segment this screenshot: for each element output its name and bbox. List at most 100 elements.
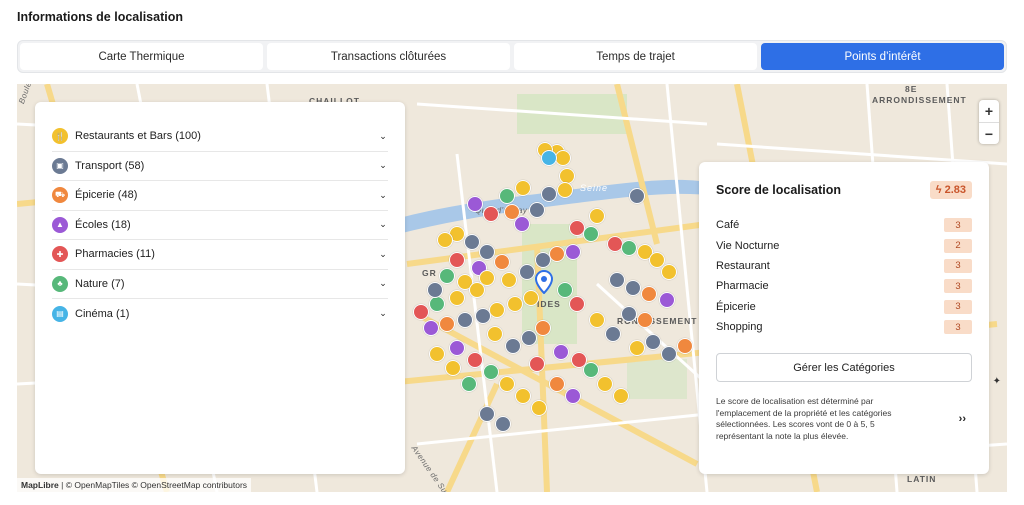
poi-marker-graduation-cap-icon[interactable] (565, 244, 581, 260)
poi-marker-fork-knife-icon[interactable] (469, 282, 485, 298)
tab-travel-time[interactable]: Temps de trajet (514, 43, 757, 70)
chevron-down-icon[interactable]: ⌄ (378, 278, 388, 289)
poi-marker-fork-knife-icon[interactable] (499, 376, 515, 392)
poi-marker-cart-icon[interactable] (637, 312, 653, 328)
poi-marker-tree-icon[interactable] (439, 268, 455, 284)
poi-marker-bus-icon[interactable] (661, 346, 677, 362)
poi-marker-film-icon[interactable] (541, 150, 557, 166)
poi-marker-fork-knife-icon[interactable] (501, 272, 517, 288)
poi-marker-cart-icon[interactable] (549, 246, 565, 262)
poi-marker-fork-knife-icon[interactable] (489, 302, 505, 318)
poi-marker-fork-knife-icon[interactable] (429, 346, 445, 362)
poi-marker-bus-icon[interactable] (629, 188, 645, 204)
poi-marker-cart-icon[interactable] (677, 338, 693, 354)
poi-marker-bus-icon[interactable] (479, 406, 495, 422)
poi-marker-fork-knife-icon[interactable] (449, 290, 465, 306)
tab-heatmap[interactable]: Carte Thermique (20, 43, 263, 70)
chevron-down-icon[interactable]: ⌄ (378, 160, 388, 171)
category-ecoles[interactable]: ▲ Écoles (18) ⌄ (52, 211, 388, 240)
poi-marker-graduation-cap-icon[interactable] (514, 216, 530, 232)
poi-marker-cart-icon[interactable] (549, 376, 565, 392)
poi-marker-first-aid-icon[interactable] (449, 252, 465, 268)
poi-marker-first-aid-icon[interactable] (413, 304, 429, 320)
poi-marker-bus-icon[interactable] (609, 272, 625, 288)
maplibre-link[interactable]: MapLibre (21, 480, 59, 490)
poi-marker-graduation-cap-icon[interactable] (423, 320, 439, 336)
chevron-down-icon[interactable]: ⌄ (378, 219, 388, 230)
poi-marker-fork-knife-icon[interactable] (445, 360, 461, 376)
poi-marker-fork-knife-icon[interactable] (629, 340, 645, 356)
chevron-down-icon[interactable]: ⌄ (378, 190, 388, 201)
category-restaurants[interactable]: 🍴 Restaurants et Bars (100) ⌄ (52, 122, 388, 152)
poi-marker-tree-icon[interactable] (583, 226, 599, 242)
poi-marker-bus-icon[interactable] (495, 416, 511, 432)
poi-marker-fork-knife-icon[interactable] (507, 296, 523, 312)
poi-marker-cart-icon[interactable] (439, 316, 455, 332)
score-item-restaurant: Restaurant 3 (716, 256, 972, 276)
poi-marker-tree-icon[interactable] (461, 376, 477, 392)
poi-marker-bus-icon[interactable] (625, 280, 641, 296)
poi-marker-fork-knife-icon[interactable] (597, 376, 613, 392)
expand-chevrons-icon[interactable]: ›› (959, 413, 972, 425)
poi-marker-fork-knife-icon[interactable] (487, 326, 503, 342)
manage-categories-button[interactable]: Gérer les Catégories (716, 353, 972, 383)
poi-marker-fork-knife-icon[interactable] (589, 208, 605, 224)
poi-marker-graduation-cap-icon[interactable] (467, 196, 483, 212)
zoom-in-button[interactable]: + (979, 100, 999, 122)
poi-marker-fork-knife-icon[interactable] (555, 150, 571, 166)
category-nature[interactable]: ♣ Nature (7) ⌄ (52, 270, 388, 299)
poi-marker-fork-knife-icon[interactable] (437, 232, 453, 248)
poi-marker-fork-knife-icon[interactable] (531, 400, 547, 416)
zoom-out-button[interactable]: − (979, 122, 999, 144)
poi-marker-fork-knife-icon[interactable] (613, 388, 629, 404)
poi-marker-bus-icon[interactable] (541, 186, 557, 202)
poi-marker-first-aid-icon[interactable] (529, 356, 545, 372)
poi-marker-cart-icon[interactable] (494, 254, 510, 270)
poi-marker-tree-icon[interactable] (583, 362, 599, 378)
poi-marker-graduation-cap-icon[interactable] (659, 292, 675, 308)
chevron-down-icon[interactable]: ⌄ (378, 308, 388, 319)
poi-marker-bus-icon[interactable] (529, 202, 545, 218)
poi-marker-graduation-cap-icon[interactable] (553, 344, 569, 360)
poi-marker-graduation-cap-icon[interactable] (565, 388, 581, 404)
poi-marker-tree-icon[interactable] (429, 296, 445, 312)
tab-closed-transactions[interactable]: Transactions clôturées (267, 43, 510, 70)
poi-marker-bus-icon[interactable] (521, 330, 537, 346)
property-pin-icon[interactable] (535, 270, 553, 294)
poi-marker-fork-knife-icon[interactable] (661, 264, 677, 280)
category-transport[interactable]: ▣ Transport (58) ⌄ (52, 152, 388, 181)
poi-marker-bus-icon[interactable] (621, 306, 637, 322)
poi-marker-bus-icon[interactable] (519, 264, 535, 280)
poi-marker-fork-knife-icon[interactable] (515, 388, 531, 404)
chevron-down-icon[interactable]: ⌄ (378, 131, 388, 142)
poi-marker-first-aid-icon[interactable] (569, 296, 585, 312)
poi-marker-bus-icon[interactable] (475, 308, 491, 324)
poi-marker-first-aid-icon[interactable] (483, 206, 499, 222)
poi-marker-bus-icon[interactable] (427, 282, 443, 298)
poi-marker-bus-icon[interactable] (505, 338, 521, 354)
poi-marker-tree-icon[interactable] (483, 364, 499, 380)
chevron-down-icon[interactable]: ⌄ (378, 249, 388, 260)
category-epicerie[interactable]: ⛟ Épicerie (48) ⌄ (52, 181, 388, 211)
poi-marker-cart-icon[interactable] (535, 320, 551, 336)
poi-marker-bus-icon[interactable] (457, 312, 473, 328)
map-view[interactable]: CHAILLOT 8E ARRONDISSEMENT Seine Quai d'… (17, 84, 1007, 492)
poi-marker-cart-icon[interactable] (641, 286, 657, 302)
poi-marker-graduation-cap-icon[interactable] (449, 340, 465, 356)
poi-marker-tree-icon[interactable] (557, 282, 573, 298)
category-cinema[interactable]: ▤ Cinéma (1) ⌄ (52, 299, 388, 329)
tab-points-of-interest[interactable]: Points d’intérêt (761, 43, 1004, 70)
poi-marker-bus-icon[interactable] (605, 326, 621, 342)
poi-marker-fork-knife-icon[interactable] (589, 312, 605, 328)
poi-marker-first-aid-icon[interactable] (467, 352, 483, 368)
poi-marker-bus-icon[interactable] (479, 244, 495, 260)
category-pharmacies[interactable]: ✚ Pharmacies (11) ⌄ (52, 240, 388, 270)
attribution-text: | © OpenMapTiles © OpenStreetMap contrib… (58, 480, 248, 490)
poi-marker-tree-icon[interactable] (621, 240, 637, 256)
poi-marker-bus-icon[interactable] (645, 334, 661, 350)
poi-marker-fork-knife-icon[interactable] (557, 182, 573, 198)
poi-marker-fork-knife-icon[interactable] (515, 180, 531, 196)
poi-marker-tree-icon[interactable] (499, 188, 515, 204)
poi-marker-bus-icon[interactable] (464, 234, 480, 250)
compass-icon[interactable]: ✦ (993, 376, 1001, 387)
